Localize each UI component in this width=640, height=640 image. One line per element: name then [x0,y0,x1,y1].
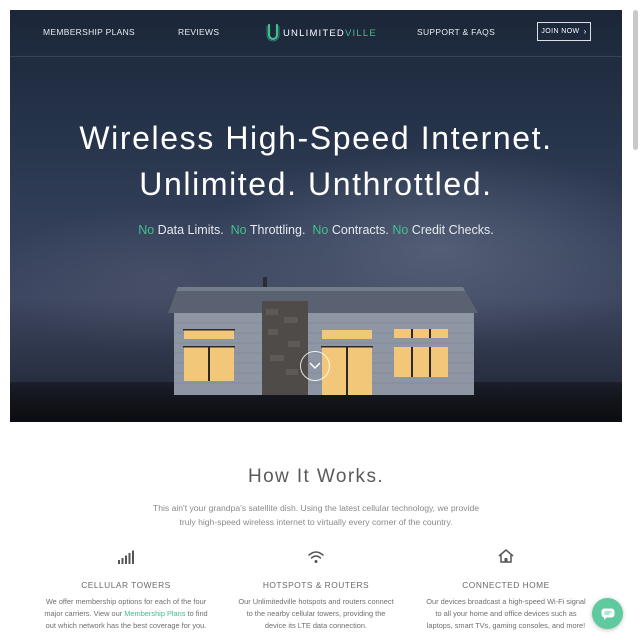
feature-text-fragment: to find [185,609,208,618]
feature-text-line: device its LTE data connection. [264,621,368,630]
join-now-button[interactable]: JOIN NOW › [537,22,591,41]
tagline-no: No [312,223,329,237]
signal-bars-icon [118,550,134,564]
feature-title-connected-home: CONNECTED HOME [462,580,550,590]
chat-bubble-icon [601,608,614,620]
logo-text-accent: VILLE [345,27,377,39]
page-scrollbar[interactable] [633,10,638,150]
feature-text-line: to all your home and office devices such… [435,609,577,618]
join-now-label: JOIN NOW [541,28,580,35]
feature-text-line: laptops, smart TVs, gaming consoles, and… [426,621,586,630]
scroll-down-button[interactable] [300,351,330,381]
tagline-no: No [392,223,409,237]
tagline-no: No [230,223,247,237]
how-it-works-description-line-1: This ain't your grandpa's satellite dish… [152,503,480,513]
chevron-down-icon [309,362,321,370]
hero-headline-line-1: Wireless High-Speed Internet. [79,120,553,156]
tagline-item: Credit Checks. [411,223,494,237]
feature-text-line: major carriers. View our Membership Plan… [26,609,226,618]
logo-text-main: UNLIMITED [283,27,345,39]
feature-text-line: Our devices broadcast a high-speed Wi-Fi… [426,597,586,606]
horseshoe-logo-icon [266,23,280,42]
nav-membership-plans[interactable]: MEMBERSHIP PLANS [43,27,135,37]
membership-plans-link[interactable]: Membership Plans [124,609,185,618]
feature-title-hotspots-routers: HOTSPOTS & ROUTERS [262,580,370,590]
feature-text-line: to the nearby cellular towers, providing… [246,609,386,618]
tagline-item: Contracts. [331,223,389,237]
nav-support-faqs[interactable]: SUPPORT & FAQS [417,27,495,37]
chat-button[interactable] [592,598,623,629]
home-icon [498,549,514,563]
tagline-item: Data Limits. [157,223,224,237]
wifi-icon [308,551,324,563]
feature-text-line: We offer membership options for each of … [45,597,207,606]
feature-text-line: out which network has the best coverage … [45,621,207,630]
feature-text-fragment: major carriers. View our [44,609,125,618]
hero-section: MEMBERSHIP PLANS REVIEWS UNLIMITEDVILLE … [10,10,622,422]
hero-tagline: No Data Limits. No Throttling. No Contra… [10,223,622,237]
how-it-works-title: How It Works. [247,466,385,487]
tagline-item: Throttling. [249,223,306,237]
top-navigation: MEMBERSHIP PLANS REVIEWS UNLIMITEDVILLE … [10,10,622,57]
tagline-no: No [138,223,155,237]
feature-title-cellular-towers: CELLULAR TOWERS [81,580,171,590]
logo-text: UNLIMITEDVILLE [283,28,377,39]
feature-text-line: Our Unlimitedville hotspots and routers … [238,597,394,606]
site-logo[interactable]: UNLIMITEDVILLE [266,22,377,44]
how-it-works-description-line-2: truly high-speed wireless internet to vi… [179,517,453,527]
chevron-right-icon: › [583,27,587,36]
nav-reviews[interactable]: REVIEWS [178,27,219,37]
hero-headline-line-2: Unlimited. Unthrottled. [139,166,493,202]
